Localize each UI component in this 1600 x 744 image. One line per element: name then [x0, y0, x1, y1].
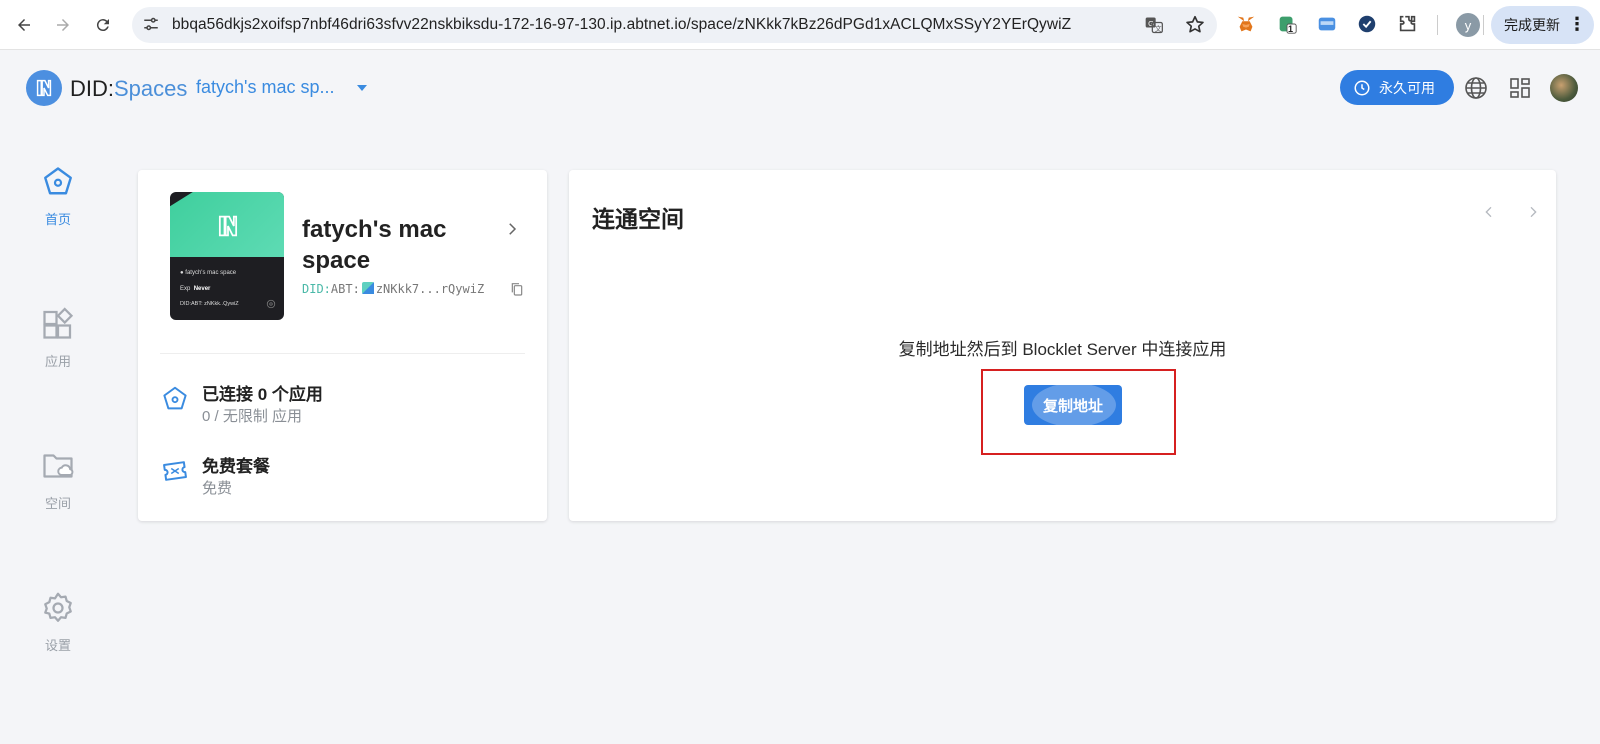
space-info-card: ● fatych's mac space Exp Never DID:ABT: …	[138, 170, 547, 521]
did-spaces-logo[interactable]	[26, 70, 62, 106]
toolbar-separator	[1483, 15, 1484, 35]
card-extension-icon[interactable]	[1315, 12, 1339, 36]
permanent-label: 永久可用	[1379, 79, 1435, 96]
copy-icon[interactable]	[509, 281, 525, 297]
space-name[interactable]: fatych's mac space	[302, 214, 502, 276]
site-settings-icon[interactable]	[142, 15, 160, 38]
connect-space-card: 连通空间 复制地址然后到 Blocklet Server 中连接应用 复制地址	[569, 170, 1556, 521]
did-short: zNKkk7...rQywiZ	[375, 282, 485, 296]
wallet-extension-icon[interactable]: 1	[1275, 12, 1299, 36]
ticket-icon	[163, 461, 187, 481]
plan-detail: 免费	[202, 480, 233, 497]
update-button[interactable]: 完成更新 ⋮	[1491, 6, 1594, 44]
sidebar-item-space[interactable]: 空间	[28, 448, 88, 512]
divider	[160, 353, 525, 354]
metamask-extension-icon[interactable]	[1234, 12, 1258, 36]
sidebar-item-home[interactable]: 首页	[28, 164, 88, 228]
spaces-logo-icon	[218, 215, 238, 237]
extension-badge: 1	[1288, 24, 1294, 34]
sidebar-item-label: 空间	[44, 496, 71, 511]
plan-title: 免费套餐	[202, 457, 270, 476]
connected-apps-detail: 0 / 无限制 应用	[202, 408, 303, 425]
did-avatar-icon	[361, 282, 374, 294]
reload-icon	[96, 19, 109, 32]
tile-did: DID:ABT: zNKkk..QywiZ	[180, 301, 239, 307]
apps-icon	[43, 307, 74, 339]
back-button[interactable]	[9, 10, 39, 40]
permanent-available-button[interactable]: 永久可用	[1340, 70, 1454, 105]
did-type: ABT:	[330, 282, 360, 296]
next-page-button[interactable]	[1521, 200, 1545, 224]
address-bar[interactable]: bbqa56dkjs2xoifsp7nbf46dri63sfvv22nskbik…	[132, 7, 1217, 43]
plan-row: 免费套餐 免费	[160, 452, 520, 502]
folder-cloud-icon	[43, 454, 74, 478]
gear-icon	[44, 592, 72, 622]
language-globe-icon[interactable]	[1462, 74, 1490, 102]
connect-space-title: 连通空间	[592, 206, 684, 232]
space-did: DID:ABT: zNKkk7...rQywiZ	[302, 282, 484, 296]
did-prefix: DID:	[302, 282, 331, 296]
check-extension-icon[interactable]	[1355, 12, 1379, 36]
connected-apps-title: 已连接 0 个应用	[202, 380, 323, 405]
user-avatar[interactable]	[1550, 74, 1578, 102]
connected-count: 0	[257, 385, 268, 404]
tile-exp: Exp Never	[180, 286, 210, 292]
space-card-thumbnail[interactable]: ● fatych's mac space Exp Never DID:ABT: …	[170, 192, 284, 320]
svg-text:文: 文	[1155, 24, 1162, 33]
translate-icon[interactable]: G文	[1144, 15, 1164, 40]
spaces-logo-icon	[36, 79, 52, 97]
chevron-right-icon[interactable]	[503, 220, 521, 238]
chevron-right-icon	[1530, 206, 1537, 218]
arrow-left-icon	[18, 19, 30, 31]
brand-prefix: DID:	[70, 76, 114, 101]
url-text[interactable]: bbqa56dkjs2xoifsp7nbf46dri63sfvv22nskbik…	[172, 16, 1071, 34]
tile-space-name: ● fatych's mac space	[180, 270, 237, 276]
prev-page-button[interactable]	[1477, 200, 1501, 224]
arrow-right-icon	[57, 19, 69, 31]
connected-apps-row: 已连接 0 个应用 0 / 无限制 应用	[160, 380, 520, 430]
sidebar-item-settings[interactable]: 设置	[28, 590, 88, 654]
update-label: 完成更新	[1504, 17, 1560, 33]
sidebar-item-label: 应用	[44, 354, 71, 369]
reload-button[interactable]	[88, 10, 118, 40]
toolbar-separator	[1437, 15, 1438, 35]
tile-exp-label: Exp	[180, 286, 191, 292]
sidebar-item-label: 首页	[44, 212, 71, 227]
connect-hint: 复制地址然后到 Blocklet Server 中连接应用	[898, 340, 1227, 359]
copy-address-button[interactable]: 复制地址	[1024, 385, 1122, 425]
apps-grid-icon[interactable]	[1506, 74, 1534, 102]
clock-icon	[1354, 80, 1370, 95]
apps-pentagon-icon	[163, 386, 187, 410]
profile-avatar[interactable]: y	[1456, 13, 1480, 37]
caret-down-icon[interactable]	[357, 85, 367, 91]
bookmark-star-icon[interactable]	[1184, 14, 1206, 41]
puzzle-extensions-icon[interactable]	[1396, 12, 1420, 36]
chevron-left-icon	[1485, 206, 1492, 218]
connected-prefix: 已连接	[202, 385, 258, 404]
sidebar-item-label: 设置	[44, 638, 71, 653]
home-pentagon-icon	[44, 167, 72, 195]
copy-address-label: 复制地址	[1042, 397, 1103, 415]
forward-button[interactable]	[48, 10, 78, 40]
connected-suffix: 个应用	[267, 385, 323, 404]
menu-kebab-icon: ⋮	[1568, 14, 1586, 34]
brand-name: DID:Spaces	[70, 76, 187, 102]
space-selector[interactable]: fatych's mac sp...	[196, 77, 334, 98]
tile-name-text: fatych's mac space	[185, 270, 237, 276]
sidebar-item-apps[interactable]: 应用	[28, 306, 88, 370]
brand-suffix: Spaces	[114, 76, 188, 101]
browser-toolbar: bbqa56dkjs2xoifsp7nbf46dri63sfvv22nskbik…	[0, 0, 1600, 50]
tile-exp-value: Never	[193, 286, 211, 292]
tile-settings-icon	[266, 299, 276, 309]
